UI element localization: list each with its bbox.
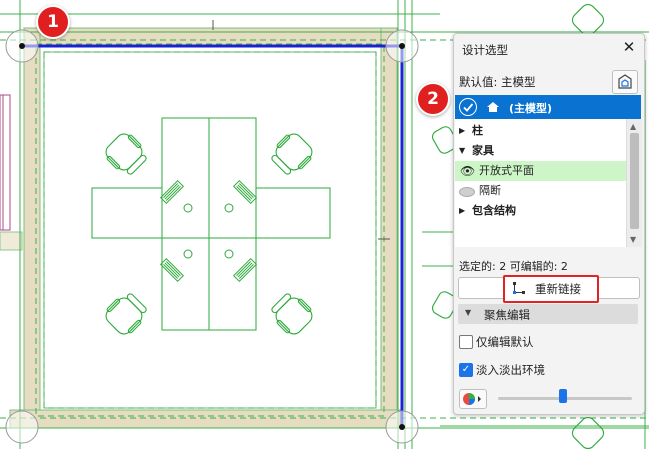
chevron-down-icon: ▼ [465,308,472,317]
tree-item-columns[interactable]: ▶ 柱 [455,121,626,141]
tree-item-structure[interactable]: ▶ 包含结构 [455,201,626,221]
eye-icon[interactable]: 👁 [460,161,475,181]
selected-option-label: (主模型) [509,102,553,115]
relink-icon [513,282,525,294]
color-picker-button[interactable] [459,389,487,409]
focus-edit-header[interactable]: ▼ 聚焦编辑 [458,304,638,324]
check-circle-icon [459,98,477,116]
selected-walls[interactable] [22,44,404,427]
edit-default-only-checkbox[interactable] [459,335,473,349]
scroll-down-icon[interactable]: ▼ [630,235,636,244]
hidden-oval-icon[interactable] [459,187,475,197]
chevron-right-icon[interactable]: ▶ [459,121,465,141]
tree-item-furniture[interactable]: ▼ 家具 [455,141,626,161]
wall-fill [9,27,401,429]
tree-item-open-plan[interactable]: 👁 开放式平面 [455,161,626,181]
fade-environment-option[interactable]: ✓ 淡入淡出环境 [459,362,619,378]
close-icon[interactable]: ✕ [620,38,638,56]
dimension-ticks [212,20,390,240]
design-options-panel: 设计选型 ✕ 默认值: 主模型 (主模型) ▶ 柱 ▼ 家具 👁 开放式平面 隔… [453,33,645,415]
layers-icon [618,74,632,89]
default-option-label: 默认值: 主模型 [459,75,536,89]
fade-slider-thumb[interactable] [559,389,567,403]
relink-button[interactable]: 重新链接 [503,275,599,303]
panel-title: 设计选型 [462,43,508,57]
left-room-fill [0,231,23,251]
options-tree: ▶ 柱 ▼ 家具 👁 开放式平面 隔断 ▶ 包含结构 [455,119,626,232]
fade-environment-checkbox[interactable]: ✓ [459,363,473,377]
selected-option-row[interactable]: (主模型) [455,95,641,119]
wall-endpoints[interactable] [5,29,419,444]
scroll-thumb[interactable] [630,133,639,229]
tree-scrollbar[interactable]: ▲ ▼ [626,119,642,247]
chevron-down-icon[interactable]: ▼ [459,141,465,161]
layers-button[interactable] [612,70,638,94]
edit-default-only-option[interactable]: 仅编辑默认 [459,334,619,350]
tree-item-partition[interactable]: 隔断 [455,181,626,201]
color-wheel-icon [463,393,481,405]
left-room-edge [0,94,11,231]
selection-status: 选定的: 2 可编辑的: 2 [459,260,568,273]
house-icon [487,102,499,112]
tree-empty-space [455,232,626,247]
callout-2: 2 [416,82,450,116]
chevron-right-icon[interactable]: ▶ [459,201,465,221]
scroll-up-icon[interactable]: ▲ [630,122,636,131]
callout-1: 1 [36,5,70,39]
room-outline [43,51,377,409]
